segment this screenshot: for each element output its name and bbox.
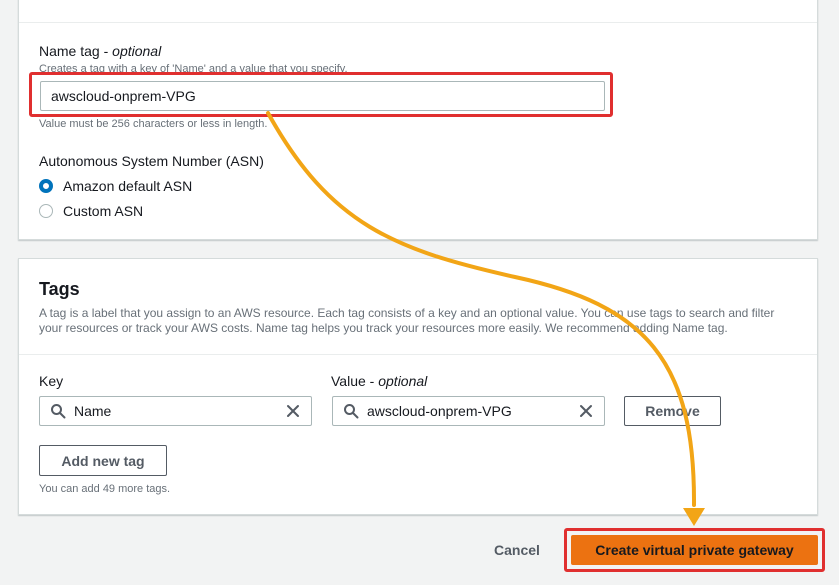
details-header-divider (19, 22, 817, 23)
asn-label: Autonomous System Number (ASN) (39, 153, 264, 169)
search-icon (51, 404, 66, 419)
add-new-tag-button[interactable]: Add new tag (39, 445, 167, 476)
name-tag-label-text: Name tag (39, 43, 100, 59)
asn-option-amazon-default-label: Amazon default ASN (63, 178, 193, 194)
tags-header-divider (19, 354, 817, 355)
name-tag-optional: optional (112, 43, 162, 59)
radio-selected-icon[interactable] (39, 179, 53, 193)
tags-description: A tag is a label that you assign to an A… (39, 306, 775, 335)
details-panel: Name tag - optional Creates a tag with a… (18, 0, 818, 240)
remove-tag-button[interactable]: Remove (624, 396, 721, 426)
name-tag-label: Name tag - optional (39, 43, 162, 59)
tag-value-value[interactable]: awscloud-onprem-VPG (367, 403, 512, 419)
search-icon (344, 404, 359, 419)
tag-value-label: Value - optional (331, 373, 428, 389)
clear-icon[interactable] (578, 403, 594, 419)
cancel-button[interactable]: Cancel (483, 538, 551, 562)
name-tag-constraint: Value must be 256 characters or less in … (39, 118, 268, 130)
tags-panel: Tags A tag is a label that you assign to… (18, 258, 818, 515)
name-tag-input[interactable] (40, 81, 605, 111)
asn-option-custom[interactable]: Custom ASN (39, 203, 143, 219)
tags-title: Tags (39, 279, 80, 299)
asn-option-amazon-default[interactable]: Amazon default ASN (39, 178, 192, 194)
tag-value-label-text: Value (331, 373, 366, 389)
tag-value-optional: optional (378, 373, 428, 389)
tag-key-value[interactable]: Name (74, 403, 111, 419)
tag-key-input[interactable]: Name (39, 396, 312, 426)
name-tag-description: Creates a tag with a key of 'Name' and a… (39, 63, 348, 75)
tags-remaining-note: You can add 49 more tags. (39, 483, 171, 495)
tag-value-input[interactable]: awscloud-onprem-VPG (332, 396, 605, 426)
clear-icon[interactable] (285, 403, 301, 419)
create-virtual-private-gateway-button[interactable]: Create virtual private gateway (571, 535, 818, 565)
radio-unselected-icon[interactable] (39, 204, 53, 218)
asn-option-custom-label: Custom ASN (63, 203, 144, 219)
tag-key-label: Key (39, 373, 64, 389)
